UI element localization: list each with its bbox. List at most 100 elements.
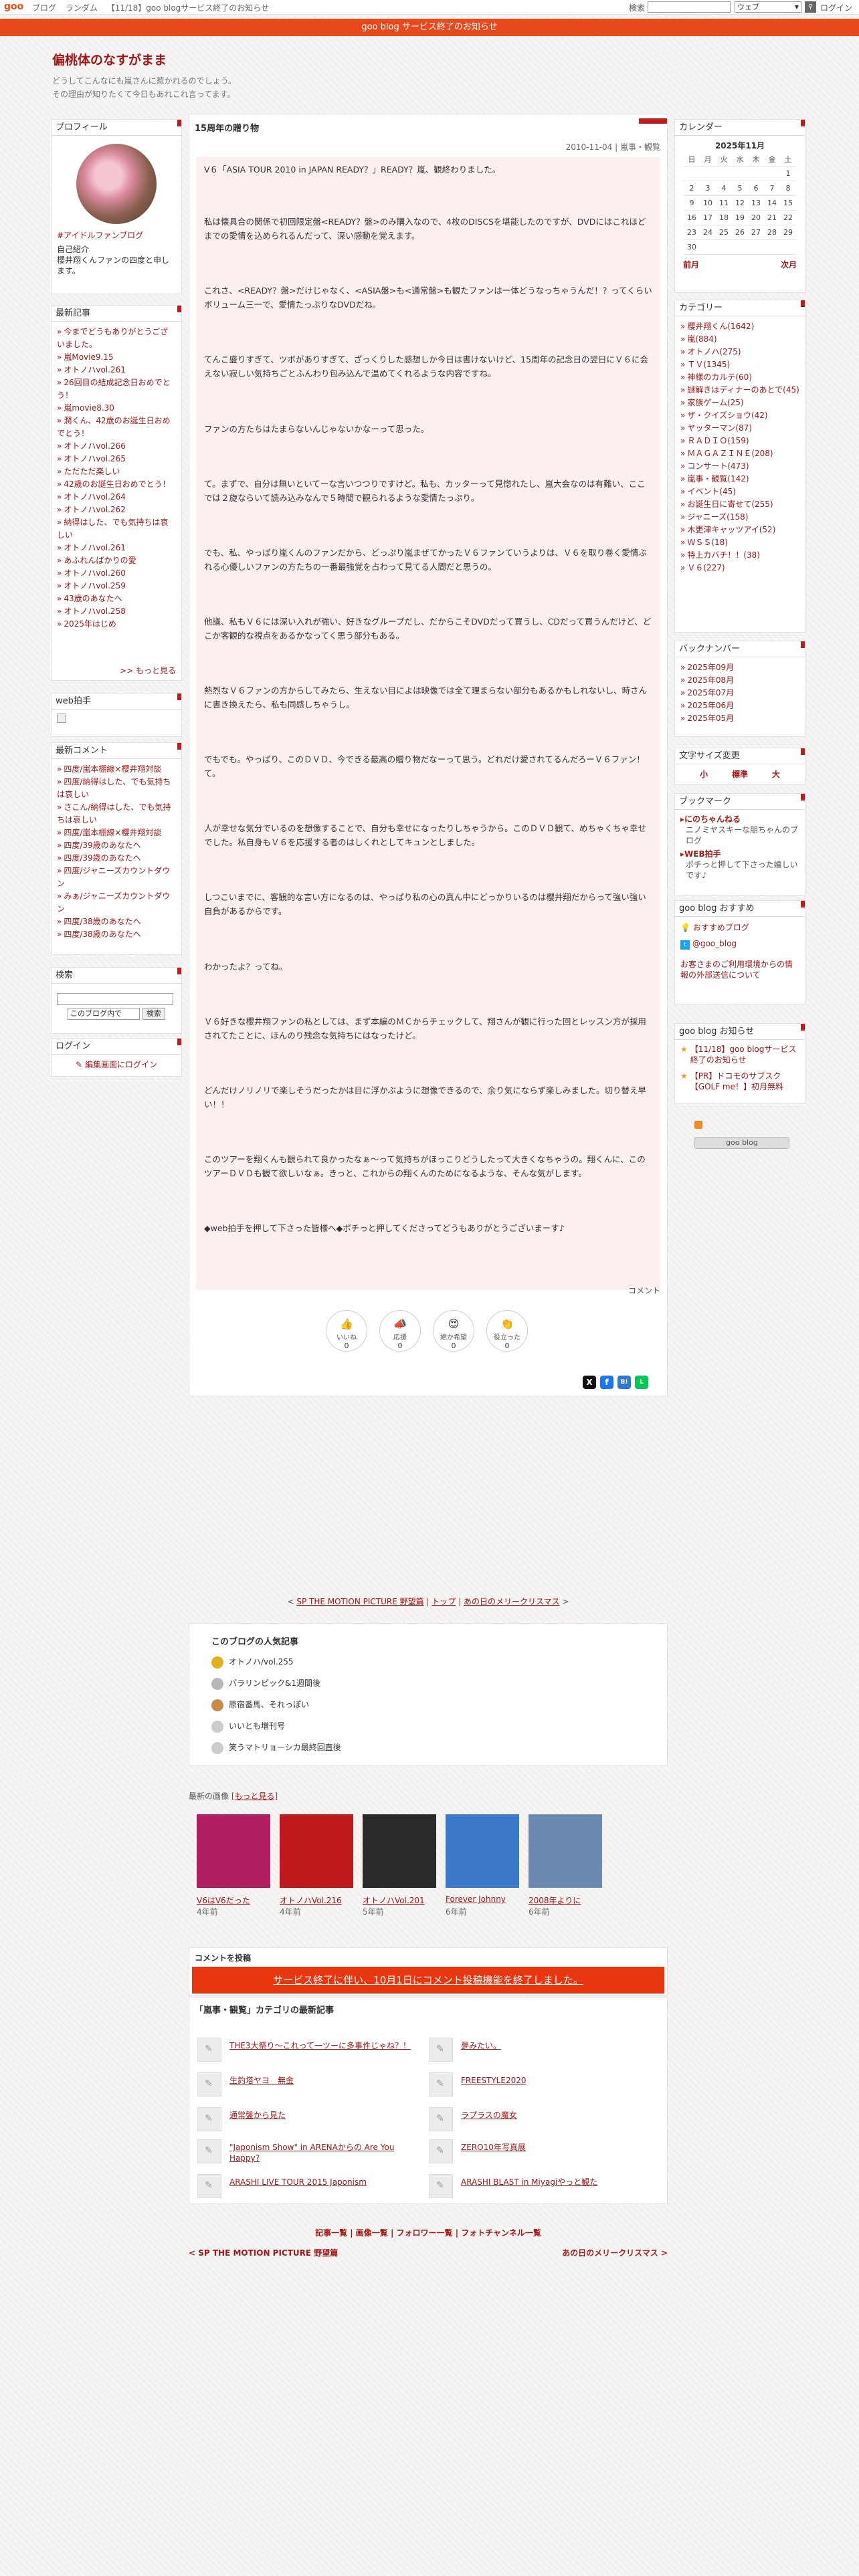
top-search-button[interactable]: ⚲ xyxy=(805,1,816,13)
font-size-large-button[interactable]: 大 xyxy=(772,768,780,780)
category-item[interactable]: 特上カバチ！！(38) xyxy=(680,549,799,562)
image-thumb-title[interactable]: オトノハVol.201 xyxy=(363,1895,450,1906)
entry-title[interactable]: 15周年の贈り物 xyxy=(195,121,259,134)
blog-search-input[interactable] xyxy=(57,993,173,1005)
recent-post-item[interactable]: 嵐movie8.30 xyxy=(57,402,176,415)
recent-post-item-link[interactable]: 2025年はじめ xyxy=(64,619,116,629)
rss-icon[interactable] xyxy=(694,1121,702,1129)
category-item-link[interactable]: Ｖ６(227) xyxy=(687,563,725,572)
recent-comment-item-link[interactable]: 四度/納得はした、でも気持ちは哀しい xyxy=(57,777,171,799)
font-size-medium-button[interactable]: 標準 xyxy=(732,768,748,780)
pager-top-link[interactable]: トップ xyxy=(432,1597,456,1606)
image-thumb-title[interactable]: V6はV6だった xyxy=(197,1895,284,1906)
twitter-link[interactable]: t @goo_blog xyxy=(680,938,799,950)
backnumber-item-link[interactable]: 2025年08月 xyxy=(687,675,734,685)
recent-comment-item[interactable]: さこん/納得はした、でも気持ちは哀しい xyxy=(57,801,176,827)
recent-post-item-link[interactable]: オトノハvol.265 xyxy=(64,454,126,463)
recent-comment-item[interactable]: 四度/納得はした、でも気持ちは哀しい xyxy=(57,776,176,801)
category-item[interactable]: 嵐事・観覧(142) xyxy=(680,473,799,486)
recent-post-item-link[interactable]: オトノハvol.262 xyxy=(64,505,126,514)
category-item[interactable]: 櫻井翔くん(1642) xyxy=(680,320,799,333)
recent-post-item-link[interactable]: 26回目の結成記念日おめでとう！ xyxy=(57,378,171,400)
category-item-link[interactable]: 家族ゲーム(25) xyxy=(687,398,743,407)
twitter-label[interactable]: @goo_blog xyxy=(692,939,737,948)
recent-post-item[interactable]: 26回目の結成記念日おめでとう！ xyxy=(57,377,176,402)
recent-post-item-link[interactable]: オトノハvol.264 xyxy=(64,492,126,502)
popular-item-label[interactable]: いいとも増刊号 xyxy=(229,1721,285,1731)
image-thumb-picture[interactable] xyxy=(197,1814,270,1888)
popular-item-label[interactable]: 笑うマトリョーシカ最終回直後 xyxy=(229,1743,341,1752)
recent-post-item-link[interactable]: 42歳のお誕生日おめでとう！ xyxy=(64,479,170,489)
recent-post-item[interactable]: 潤くん、42歳のお誕生日おめでとう！ xyxy=(57,415,176,440)
image-thumb-picture[interactable] xyxy=(280,1814,353,1888)
bookmark-2-title[interactable]: WEB拍手 xyxy=(684,849,721,859)
backnumber-item[interactable]: 2025年06月 xyxy=(680,700,799,712)
recent-post-item[interactable]: オトノハvol.262 xyxy=(57,504,176,516)
category-item-link[interactable]: ジャニーズ(158) xyxy=(687,512,748,522)
recent-comment-item[interactable]: 四度/ジャニーズカウントダウン xyxy=(57,865,176,890)
facebook-share-icon[interactable]: f xyxy=(600,1376,613,1389)
recent-comment-item-link[interactable]: 四度/嵐本棚線×櫻井翔対談 xyxy=(64,828,161,837)
goo-notice-item-1-label[interactable]: 【11/18】goo blogサービス終了のお知らせ xyxy=(690,1044,799,1065)
recent-comment-item-link[interactable]: 四度/38歳のあなたへ xyxy=(64,930,140,939)
popular-item[interactable]: オトノハ/vol.255 xyxy=(211,1656,294,1669)
category-item[interactable]: ジャニーズ(158) xyxy=(680,511,799,524)
top-search-scope-select[interactable]: ウェブ xyxy=(735,1,801,13)
category-item[interactable]: コンサート(473) xyxy=(680,460,799,473)
recent-post-item-link[interactable]: 嵐Movie9.15 xyxy=(64,352,113,362)
goo-notice-item-2-label[interactable]: 【PR】ドコモのサブスク【GOLF me！】初月無料 xyxy=(690,1071,799,1092)
recent-post-item-link[interactable]: オトノハvol.258 xyxy=(64,607,126,616)
calendar-next-link[interactable]: 次月 xyxy=(781,259,797,270)
backnumber-item-link[interactable]: 2025年09月 xyxy=(687,663,734,672)
category-post-link[interactable]: "Japonism Show" in ARENAからの Are You Happ… xyxy=(229,2142,417,2163)
category-post-link[interactable]: ARASHI BLAST in Miyagiやっと観た xyxy=(461,2177,648,2187)
latest-images-more-link[interactable]: もっと見る xyxy=(235,1792,275,1801)
blog-search-scope-select[interactable]: このブログ内で xyxy=(68,1008,140,1020)
recent-comment-item-link[interactable]: 四度/39歳のあなたへ xyxy=(64,841,140,850)
recent-post-item[interactable]: オトノハvol.266 xyxy=(57,440,176,453)
category-item-link[interactable]: コンサート(473) xyxy=(687,461,749,471)
image-thumb-title[interactable]: オトノハVol.216 xyxy=(280,1895,367,1906)
font-size-small-button[interactable]: 小 xyxy=(700,768,708,780)
image-thumb[interactable]: 2008年よりに 6年前 xyxy=(529,1814,602,1917)
backnumber-item-link[interactable]: 2025年05月 xyxy=(687,714,734,723)
category-item-link[interactable]: 櫻井翔くん(1642) xyxy=(687,322,754,331)
category-item[interactable]: 神様のカルテ(60) xyxy=(680,371,799,384)
recommend-blog-link[interactable]: 💡 おすすめブログ xyxy=(680,922,799,933)
goo-notice-item-1[interactable]: ★ 【11/18】goo blogサービス終了のお知らせ xyxy=(680,1044,799,1065)
reaction-cheer-button[interactable]: 📣 応援 0 xyxy=(379,1310,421,1352)
reaction-helpful-button[interactable]: 👏 役立った 0 xyxy=(486,1310,528,1352)
entry-comment-link[interactable]: コメント xyxy=(628,1285,660,1296)
goo-logo[interactable]: goo xyxy=(4,1,23,12)
category-item[interactable]: ザ・クイズショウ(42) xyxy=(680,409,799,422)
service-end-notice-bar[interactable]: goo blog サービス終了のお知らせ xyxy=(0,19,859,36)
category-post-link[interactable]: FREESTYLE2020 xyxy=(461,2075,648,2086)
recent-comment-item[interactable]: 四度/38歳のあなたへ xyxy=(57,916,176,928)
category-post-link[interactable]: 生釣塔ヤヨ 無金 xyxy=(229,2075,417,2086)
category-post-link[interactable]: THE3大祭り～これって一ツーに多事件じゃね？！ xyxy=(229,2040,417,2051)
recent-comment-item-link[interactable]: 四度/嵐本棚線×櫻井翔対談 xyxy=(64,764,161,774)
category-item[interactable]: イベント(45) xyxy=(680,486,799,498)
recent-post-item-link[interactable]: オトノハvol.261 xyxy=(64,365,126,374)
recent-post-item-link[interactable]: ただただ楽しい xyxy=(64,467,120,476)
top-link-notice[interactable]: 【11/18】goo blogサービス終了のお知らせ xyxy=(107,3,269,13)
category-item[interactable]: 木更津キャッツアイ(52) xyxy=(680,524,799,536)
category-post-link[interactable]: ラプラスの魔女 xyxy=(461,2110,648,2121)
category-item-link[interactable]: イベント(45) xyxy=(687,487,736,496)
top-link-blog[interactable]: ブログ xyxy=(32,3,56,13)
recent-post-item-link[interactable]: 嵐movie8.30 xyxy=(64,403,114,413)
category-item-link[interactable]: 嵐事・観覧(142) xyxy=(687,474,749,484)
recent-post-item-link[interactable]: 今までどうもありがとうございました。 xyxy=(57,327,168,349)
recent-comment-item[interactable]: 四度/38歳のあなたへ xyxy=(57,928,176,941)
popular-item[interactable]: いいとも増刊号 xyxy=(211,1720,285,1733)
category-item-link[interactable]: ＭＡＧＡＺＩＮＥ(208) xyxy=(687,449,773,458)
recent-post-item[interactable]: 納得はした、でも気持ちは哀しい xyxy=(57,516,176,542)
bookmark-1-link[interactable]: ▸にのちゃんねる xyxy=(680,814,799,825)
recent-post-item-link[interactable]: オトノハvol.259 xyxy=(64,581,126,591)
blog-search-button[interactable]: 検索 xyxy=(142,1008,165,1020)
backnumber-item[interactable]: 2025年07月 xyxy=(680,687,799,700)
backnumber-item-link[interactable]: 2025年06月 xyxy=(687,701,734,710)
pager-next-link[interactable]: あの日のメリークリスマス xyxy=(464,1597,560,1606)
category-item-link[interactable]: お誕生日に寄せて(255) xyxy=(687,500,773,509)
recommend-blog-label[interactable]: おすすめブログ xyxy=(693,923,749,932)
